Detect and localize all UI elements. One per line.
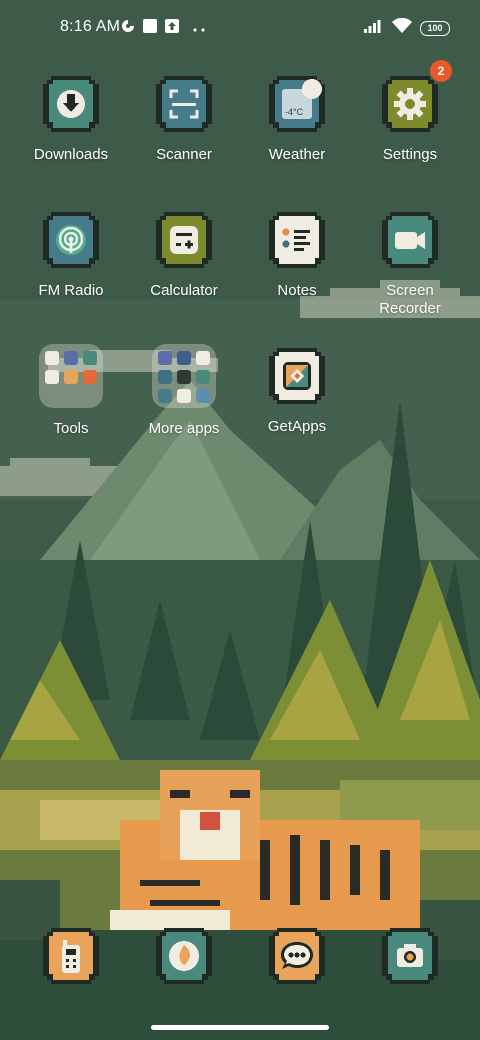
notification-badge: 2: [430, 60, 452, 82]
app-label: Settings: [382, 146, 438, 163]
mini-app-icon: [64, 370, 78, 384]
app-notes[interactable]: Notes: [241, 210, 353, 300]
app-fm-radio[interactable]: FM Radio: [15, 210, 127, 300]
upload-icon: [165, 18, 179, 38]
calculator-icon: [154, 210, 214, 270]
mini-app-icon: [177, 370, 191, 384]
weather-temp: -4°C: [285, 107, 304, 117]
mini-app-icon: [158, 389, 172, 403]
dock-walkie-talkie[interactable]: [41, 926, 101, 986]
mini-app-icon: [196, 351, 210, 365]
dock-messages[interactable]: [267, 926, 327, 986]
square-notification-icon: [143, 18, 157, 38]
mini-app-icon: [158, 370, 172, 384]
download-icon: [41, 74, 101, 134]
folder-icon: [39, 344, 103, 408]
notification-icons: [121, 18, 205, 38]
mini-app-icon: [83, 370, 97, 384]
app-label: Calculator: [150, 282, 218, 299]
mini-app-icon: [177, 389, 191, 403]
battery-icon: 100: [420, 20, 450, 36]
system-icons: 100: [364, 17, 450, 38]
app-settings[interactable]: 2 Settings: [354, 60, 466, 164]
data-saver-icon: [121, 19, 135, 38]
folder-icon: [152, 344, 216, 408]
app-label: Weather: [268, 146, 326, 163]
mini-app-icon: [45, 351, 59, 365]
home-indicator[interactable]: [151, 1025, 329, 1030]
wifi-icon: [392, 17, 412, 38]
app-label: More apps: [148, 420, 220, 437]
walkie-talkie-icon: [43, 928, 99, 984]
signal-icon: [364, 19, 384, 38]
getapps-icon: [267, 346, 327, 406]
notes-icon: [267, 210, 327, 270]
mini-app-icon: [196, 389, 210, 403]
more-dots-icon: [193, 19, 205, 37]
app-label: Scanner: [156, 146, 212, 163]
app-downloads[interactable]: Downloads: [15, 74, 127, 164]
app-label: FM Radio: [38, 282, 104, 299]
camera-icon: [382, 928, 438, 984]
folder-more-apps[interactable]: More apps: [128, 344, 240, 438]
app-label: Screen Recorder: [379, 282, 441, 317]
app-scanner[interactable]: Scanner: [128, 74, 240, 164]
mini-app-icon: [45, 370, 59, 384]
status-bar: 8:16 AM 100: [0, 0, 480, 56]
video-camera-icon: [380, 210, 440, 270]
mini-app-icon: [196, 370, 210, 384]
app-label: Tools: [53, 420, 89, 437]
radio-icon: [41, 210, 101, 270]
app-label: Downloads: [33, 146, 109, 163]
mini-app-icon: [64, 351, 78, 365]
app-getapps[interactable]: GetApps: [241, 346, 353, 436]
dock-browser[interactable]: [154, 926, 214, 986]
browser-icon: [156, 928, 212, 984]
dock-camera[interactable]: [380, 926, 440, 986]
messages-icon: [269, 928, 325, 984]
gear-icon: 2: [380, 60, 452, 134]
app-screen-recorder[interactable]: Screen Recorder: [354, 210, 466, 318]
app-label: Notes: [277, 282, 317, 299]
app-label: GetApps: [267, 418, 327, 435]
mini-app-icon: [83, 351, 97, 365]
mini-app-icon: [177, 351, 191, 365]
folder-tools[interactable]: Tools: [15, 344, 127, 438]
mini-app-icon: [158, 351, 172, 365]
scanner-icon: [154, 74, 214, 134]
app-calculator[interactable]: Calculator: [128, 210, 240, 300]
status-time: 8:16 AM: [60, 18, 121, 35]
app-weather[interactable]: -4°C Weather: [241, 74, 353, 164]
weather-icon: -4°C: [267, 74, 327, 134]
